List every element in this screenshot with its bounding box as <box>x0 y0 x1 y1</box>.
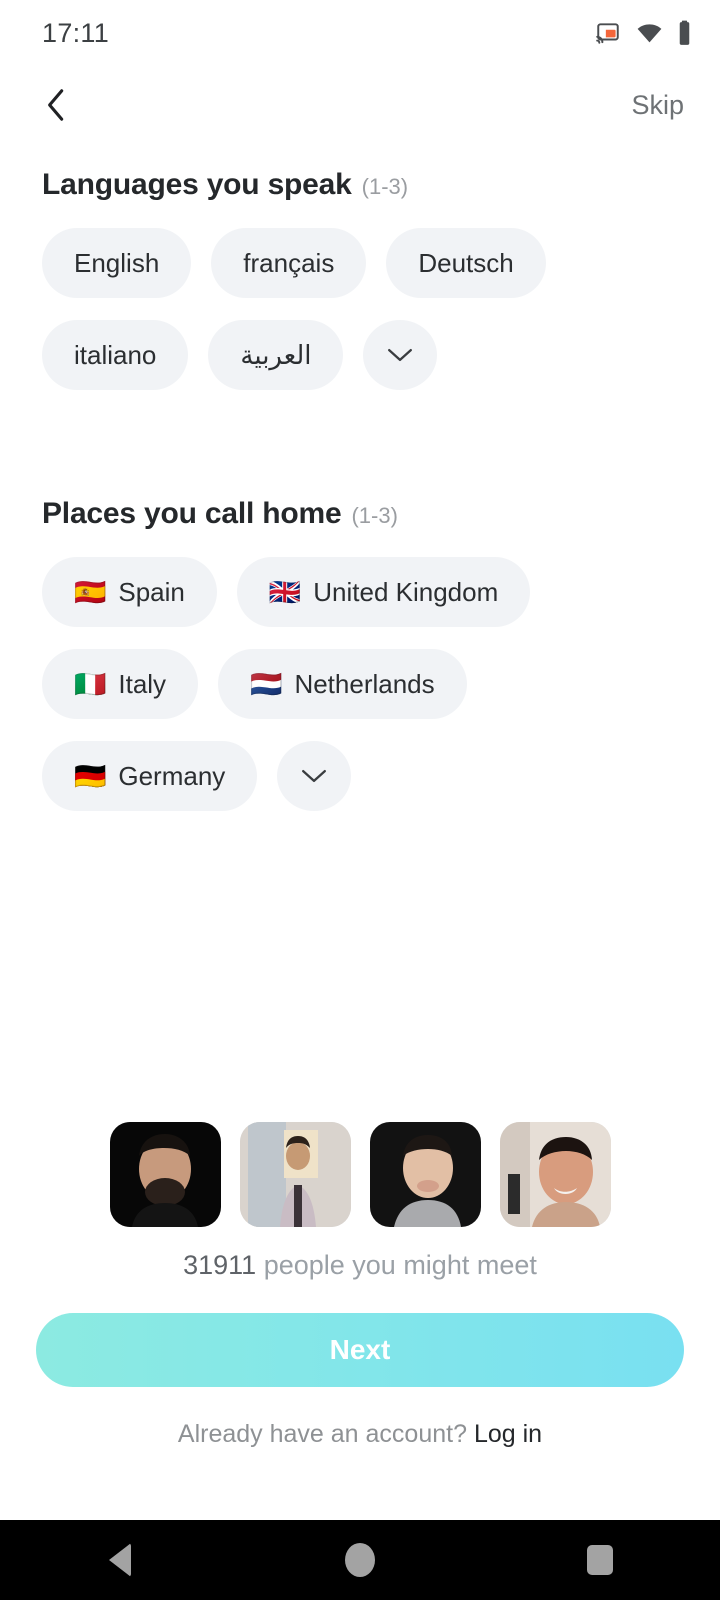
next-button[interactable]: Next <box>36 1313 684 1387</box>
avatar-photo <box>109 1122 221 1227</box>
place-chip-label: Spain <box>118 576 185 607</box>
language-chip-english[interactable]: English <box>42 228 192 298</box>
avatar-photo <box>239 1122 351 1227</box>
nav-recents-button[interactable] <box>540 1520 660 1600</box>
flag-italy-icon: 🇮🇹 <box>74 669 107 699</box>
avatar <box>239 1122 351 1227</box>
nav-home-button[interactable] <box>300 1520 420 1600</box>
avatar-photo <box>499 1122 611 1227</box>
recents-square-icon <box>587 1545 613 1575</box>
flag-united-kingdom-icon: 🇬🇧 <box>268 577 302 607</box>
languages-section: Languages you speak (1-3) English frança… <box>0 168 720 390</box>
languages-title: Languages you speak <box>42 168 352 201</box>
places-count-hint: (1-3) <box>351 503 398 528</box>
chevron-left-icon <box>48 89 64 121</box>
place-chip-label: Netherlands <box>294 668 435 699</box>
suggested-people-avatars <box>0 1122 720 1227</box>
top-bar: Skip <box>0 66 720 144</box>
skip-button[interactable]: Skip <box>625 84 690 127</box>
avatar <box>369 1122 481 1227</box>
languages-heading: Languages you speak (1-3) <box>42 168 678 202</box>
place-chip-spain[interactable]: 🇪🇸 Spain <box>42 557 217 627</box>
avatar <box>499 1122 611 1227</box>
people-count: 31911 <box>183 1250 257 1280</box>
login-prompt-text: Already have an account? <box>177 1420 474 1448</box>
avatar <box>109 1122 221 1227</box>
place-chip-group: 🇪🇸 Spain 🇬🇧 United Kingdom 🇮🇹 Italy 🇳🇱 N… <box>42 557 678 811</box>
places-section: Places you call home (1-3) 🇪🇸 Spain 🇬🇧 U… <box>0 497 720 811</box>
android-nav-bar <box>0 1520 720 1600</box>
place-chip-label: Germany <box>118 760 226 791</box>
status-time: 17:11 <box>42 17 110 48</box>
chevron-down-icon <box>302 769 327 783</box>
place-chip-label: United Kingdom <box>313 576 499 607</box>
avatar-photo <box>369 1122 481 1227</box>
status-bar: 17:11 <box>0 0 720 66</box>
language-chip-francais[interactable]: français <box>211 228 367 298</box>
place-chip-italy[interactable]: 🇮🇹 Italy <box>42 649 199 719</box>
place-chip-netherlands[interactable]: 🇳🇱 Netherlands <box>218 649 467 719</box>
status-icons <box>594 20 692 46</box>
language-chip-deutsch[interactable]: Deutsch <box>386 228 546 298</box>
home-circle-icon <box>345 1543 375 1577</box>
nav-back-button[interactable] <box>60 1520 180 1600</box>
people-count-line: 31911 people you might meet <box>0 1250 720 1281</box>
battery-icon <box>679 20 690 45</box>
place-chip-label: Italy <box>118 668 167 699</box>
cast-icon <box>596 23 619 44</box>
place-chip-germany[interactable]: 🇩🇪 Germany <box>42 741 258 811</box>
back-triangle-icon <box>109 1543 131 1577</box>
login-prompt: Already have an account? Log in <box>0 1420 720 1449</box>
app-screen: 17:11 Skip Languages you speak (1-3) Eng… <box>0 0 720 1600</box>
login-link[interactable]: Log in <box>474 1420 542 1448</box>
flag-spain-icon: 🇪🇸 <box>74 577 107 607</box>
place-chip-united-kingdom[interactable]: 🇬🇧 United Kingdom <box>236 557 531 627</box>
places-title: Places you call home <box>42 497 342 530</box>
language-chip-group: English français Deutsch italiano العربي… <box>42 228 678 390</box>
flag-netherlands-icon: 🇳🇱 <box>250 669 283 699</box>
places-expand-button[interactable] <box>277 741 352 811</box>
places-heading: Places you call home (1-3) <box>42 497 678 531</box>
people-count-caption: people you might meet <box>263 1250 537 1280</box>
wifi-icon <box>637 24 662 43</box>
language-chip-italiano[interactable]: italiano <box>42 320 189 390</box>
languages-count-hint: (1-3) <box>361 174 409 199</box>
languages-expand-button[interactable] <box>363 320 438 390</box>
back-button[interactable] <box>34 83 78 127</box>
flag-germany-icon: 🇩🇪 <box>74 761 107 791</box>
language-chip-arabic[interactable]: العربية <box>208 320 344 390</box>
chevron-down-icon <box>388 348 413 362</box>
